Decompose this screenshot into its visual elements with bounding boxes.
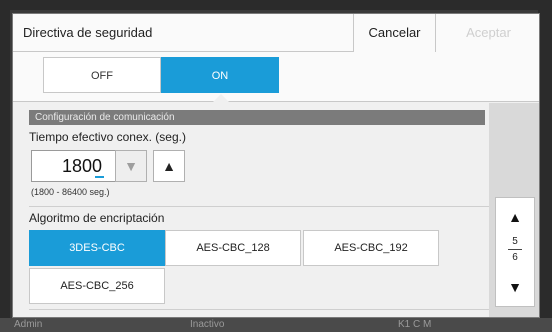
off-toggle-button[interactable]: OFF: [43, 57, 161, 93]
increment-button[interactable]: ▲: [153, 150, 185, 182]
toggle-area: OFF ON: [13, 52, 539, 102]
on-toggle-button[interactable]: ON: [161, 57, 279, 93]
security-policy-dialog: Directiva de seguridad Cancelar Aceptar …: [12, 13, 540, 318]
triangle-down-icon: ▼: [124, 158, 138, 174]
status-user: Admin: [14, 319, 43, 330]
status-state: Inactivo: [190, 319, 225, 330]
selection-notch: [213, 94, 229, 102]
accept-button[interactable]: Aceptar: [435, 14, 539, 52]
cancel-button[interactable]: Cancelar: [353, 14, 435, 52]
algorithm-option-aes-cbc-192[interactable]: AES-CBC_192: [303, 230, 439, 266]
triangle-up-icon: ▲: [162, 158, 176, 174]
page-scroller: ▲ 5 6 ▼: [495, 197, 535, 307]
algorithm-option-aes-cbc-256[interactable]: AES-CBC_256: [29, 268, 165, 304]
status-ink: K1 C M: [398, 319, 432, 330]
algorithm-option-3des-cbc[interactable]: 3DES-CBC: [29, 230, 165, 266]
algorithm-option-aes-cbc-128[interactable]: AES-CBC_128: [165, 230, 301, 266]
page-current: 5: [512, 236, 518, 247]
pager-sidebar: ▲ 5 6 ▼: [489, 103, 539, 317]
device-frame-top: [0, 0, 552, 10]
settings-panel: Configuración de comunicación Tiempo efe…: [13, 103, 489, 317]
page-up-button[interactable]: ▲: [496, 202, 534, 232]
page-total: 6: [512, 252, 518, 263]
dialog-title: Directiva de seguridad: [23, 25, 153, 40]
triangle-down-icon: ▼: [508, 279, 522, 295]
timeout-range: (1800 - 86400 seg.): [31, 187, 110, 197]
encryption-label: Algoritmo de encriptación: [29, 211, 165, 225]
page-fraction-line: [508, 249, 522, 250]
section-header: Configuración de comunicación: [29, 110, 485, 125]
timeout-input[interactable]: 1800: [31, 150, 117, 182]
status-bar: Admin Inactivo K1 C M: [0, 318, 552, 332]
page-down-button[interactable]: ▼: [496, 272, 534, 302]
divider: [29, 206, 489, 207]
device-frame-right: [538, 0, 552, 332]
device-frame-left: [0, 0, 10, 332]
input-cursor: [95, 176, 104, 178]
triangle-up-icon: ▲: [508, 209, 522, 225]
decrement-button[interactable]: ▼: [115, 150, 147, 182]
timeout-label: Tiempo efectivo conex. (seg.): [29, 130, 186, 144]
divider: [29, 309, 489, 310]
dialog-header: Directiva de seguridad Cancelar Aceptar: [13, 14, 539, 52]
